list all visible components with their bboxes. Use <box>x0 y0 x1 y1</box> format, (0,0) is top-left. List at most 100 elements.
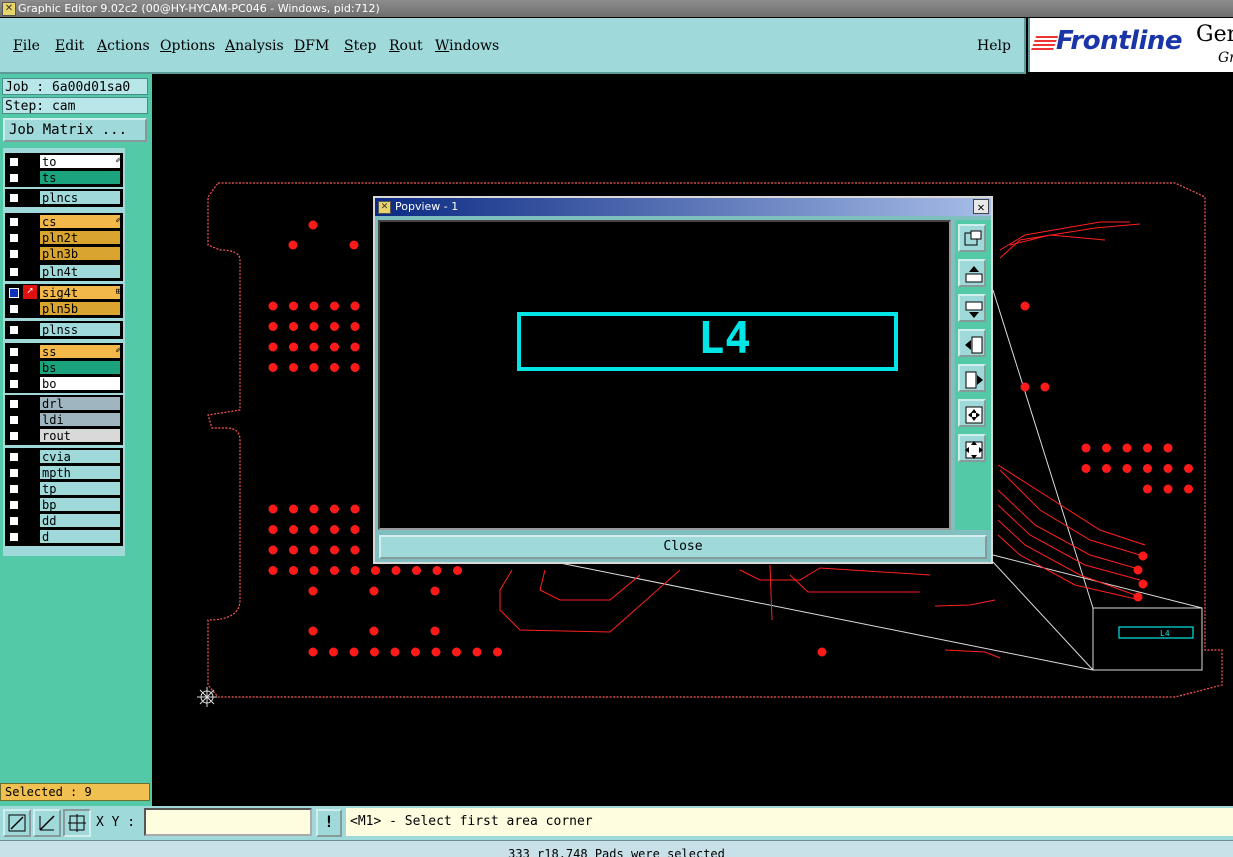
layer-row-dd[interactable]: dd <box>3 513 125 529</box>
menu-edit[interactable]: Edit <box>55 38 84 54</box>
layer-checkbox[interactable] <box>9 193 19 203</box>
layer-row-drl[interactable]: drl <box>3 396 125 412</box>
layer-name[interactable]: bp <box>39 497 121 512</box>
job-matrix-button[interactable]: Job Matrix ... <box>3 118 147 142</box>
pan-up-icon[interactable] <box>958 259 986 287</box>
layer-name[interactable]: ts <box>39 170 121 185</box>
menu-dfm[interactable]: DFM <box>294 38 329 54</box>
pan-down-icon[interactable] <box>958 294 986 322</box>
layer-name[interactable]: ss <box>39 344 121 359</box>
layer-checkbox[interactable] <box>9 157 19 167</box>
zoom-in-icon[interactable] <box>958 399 986 427</box>
layer-checkbox[interactable] <box>9 468 19 478</box>
layer-row-bo[interactable]: bo <box>3 376 125 392</box>
layer-row-ts[interactable]: ts <box>3 170 125 186</box>
pan-left-icon[interactable] <box>958 329 986 357</box>
menu-actions[interactable]: Actions <box>97 38 150 54</box>
layer-name[interactable]: mpth <box>39 465 121 480</box>
layer-checkbox[interactable] <box>9 304 19 314</box>
layer-name[interactable]: pln2t <box>39 230 121 245</box>
pad <box>1184 484 1193 494</box>
layer-row-cvia[interactable]: cvia <box>3 449 125 465</box>
layer-row-pln2t[interactable]: pln2t <box>3 230 125 246</box>
layer-name[interactable]: ldi <box>39 412 121 427</box>
layer-checkbox[interactable] <box>9 484 19 494</box>
layer-row-ldi[interactable]: ldi <box>3 412 125 428</box>
layer-checkbox[interactable] <box>9 173 19 183</box>
xy-label: X Y : <box>96 815 136 830</box>
layer-checkbox[interactable] <box>9 267 19 277</box>
popview-title-bar[interactable]: ✕ Popview - 1 <box>375 198 991 216</box>
layer-row-pln5b[interactable]: pln5b <box>3 301 125 317</box>
layer-row-tp[interactable]: tp <box>3 481 125 497</box>
pad <box>493 647 502 657</box>
layer-checkbox[interactable] <box>9 325 19 335</box>
layer-name[interactable]: rout <box>39 428 121 443</box>
alert-icon[interactable]: ! <box>316 809 342 837</box>
layer-name[interactable]: bs <box>39 360 121 375</box>
menu-rout[interactable]: Rout <box>389 38 423 54</box>
layer-checkbox[interactable] <box>9 249 19 259</box>
layer-row-plncs[interactable]: plncs <box>3 190 125 206</box>
layer-checkbox[interactable] <box>9 233 19 243</box>
pad <box>1143 443 1152 453</box>
layer-name[interactable]: pln4t <box>39 264 121 279</box>
layer-checkbox[interactable] <box>9 399 19 409</box>
layer-row-pln4t[interactable]: pln4t <box>3 264 125 280</box>
layer-row-rout[interactable]: rout <box>3 428 125 444</box>
layer-name[interactable]: plncs <box>39 190 121 205</box>
layer-checkbox[interactable] <box>9 516 19 526</box>
layer-row-plnss[interactable]: plnss <box>3 322 125 338</box>
snap-grid-icon[interactable] <box>63 809 91 837</box>
pad <box>309 566 319 575</box>
layer-name[interactable]: pln3b <box>39 246 121 261</box>
layer-checkbox[interactable] <box>9 500 19 510</box>
layer-row-sig4t[interactable]: ➚ sig4t ⊞ <box>3 285 125 301</box>
layer-row-cs[interactable]: cs ✐ <box>3 214 125 230</box>
layer-name[interactable]: dd <box>39 513 121 528</box>
measure-icon[interactable] <box>33 809 61 837</box>
layer-name[interactable]: plnss <box>39 322 121 337</box>
layer-name[interactable]: d <box>39 529 121 544</box>
layer-name[interactable]: tp <box>39 481 121 496</box>
layer-checkbox[interactable] <box>9 452 19 462</box>
pan-right-icon[interactable] <box>958 364 986 392</box>
zoom-area-icon[interactable] <box>3 809 31 837</box>
layer-checkbox[interactable] <box>9 288 19 298</box>
layer-row-mpth[interactable]: mpth <box>3 465 125 481</box>
zoom-out-icon[interactable] <box>958 434 986 462</box>
layer-name[interactable]: sig4t <box>39 285 121 300</box>
menu-step[interactable]: Step <box>344 38 376 54</box>
menu-file[interactable]: File <box>13 38 40 54</box>
layer-row-pln3b[interactable]: pln3b <box>3 246 125 262</box>
menu-options[interactable]: Options <box>160 38 215 54</box>
layer-row-bp[interactable]: bp <box>3 497 125 513</box>
layer-name[interactable]: pln5b <box>39 301 121 316</box>
layer-row-to[interactable]: to ✐ <box>3 154 125 170</box>
layer-name[interactable]: to <box>39 154 121 169</box>
layer-checkbox[interactable] <box>9 379 19 389</box>
pad <box>308 626 318 636</box>
layer-checkbox[interactable] <box>9 217 19 227</box>
layer-row-d[interactable]: d <box>3 529 125 545</box>
layer-checkbox[interactable] <box>9 347 19 357</box>
popview-viewport[interactable]: L4 <box>378 220 951 530</box>
layer-checkbox[interactable] <box>9 431 19 441</box>
pad <box>268 363 278 372</box>
layer-checkbox[interactable] <box>9 415 19 425</box>
zoom-fit-icon[interactable] <box>958 224 986 252</box>
layer-name[interactable]: cs <box>39 214 121 229</box>
layer-row-bs[interactable]: bs <box>3 360 125 376</box>
menu-analysis[interactable]: Analysis <box>225 38 284 54</box>
layer-name[interactable]: drl <box>39 396 121 411</box>
popview-close-button[interactable]: Close <box>379 535 987 559</box>
popview-close-icon[interactable]: ✕ <box>973 199 989 214</box>
xy-input[interactable] <box>144 808 312 836</box>
layer-name[interactable]: cvia <box>39 449 121 464</box>
layer-checkbox[interactable] <box>9 363 19 373</box>
menu-help[interactable]: Help <box>977 38 1011 54</box>
layer-checkbox[interactable] <box>9 532 19 542</box>
layer-name[interactable]: bo <box>39 376 121 391</box>
menu-windows[interactable]: Windows <box>435 38 499 54</box>
layer-row-ss[interactable]: ss ✐ <box>3 344 125 360</box>
